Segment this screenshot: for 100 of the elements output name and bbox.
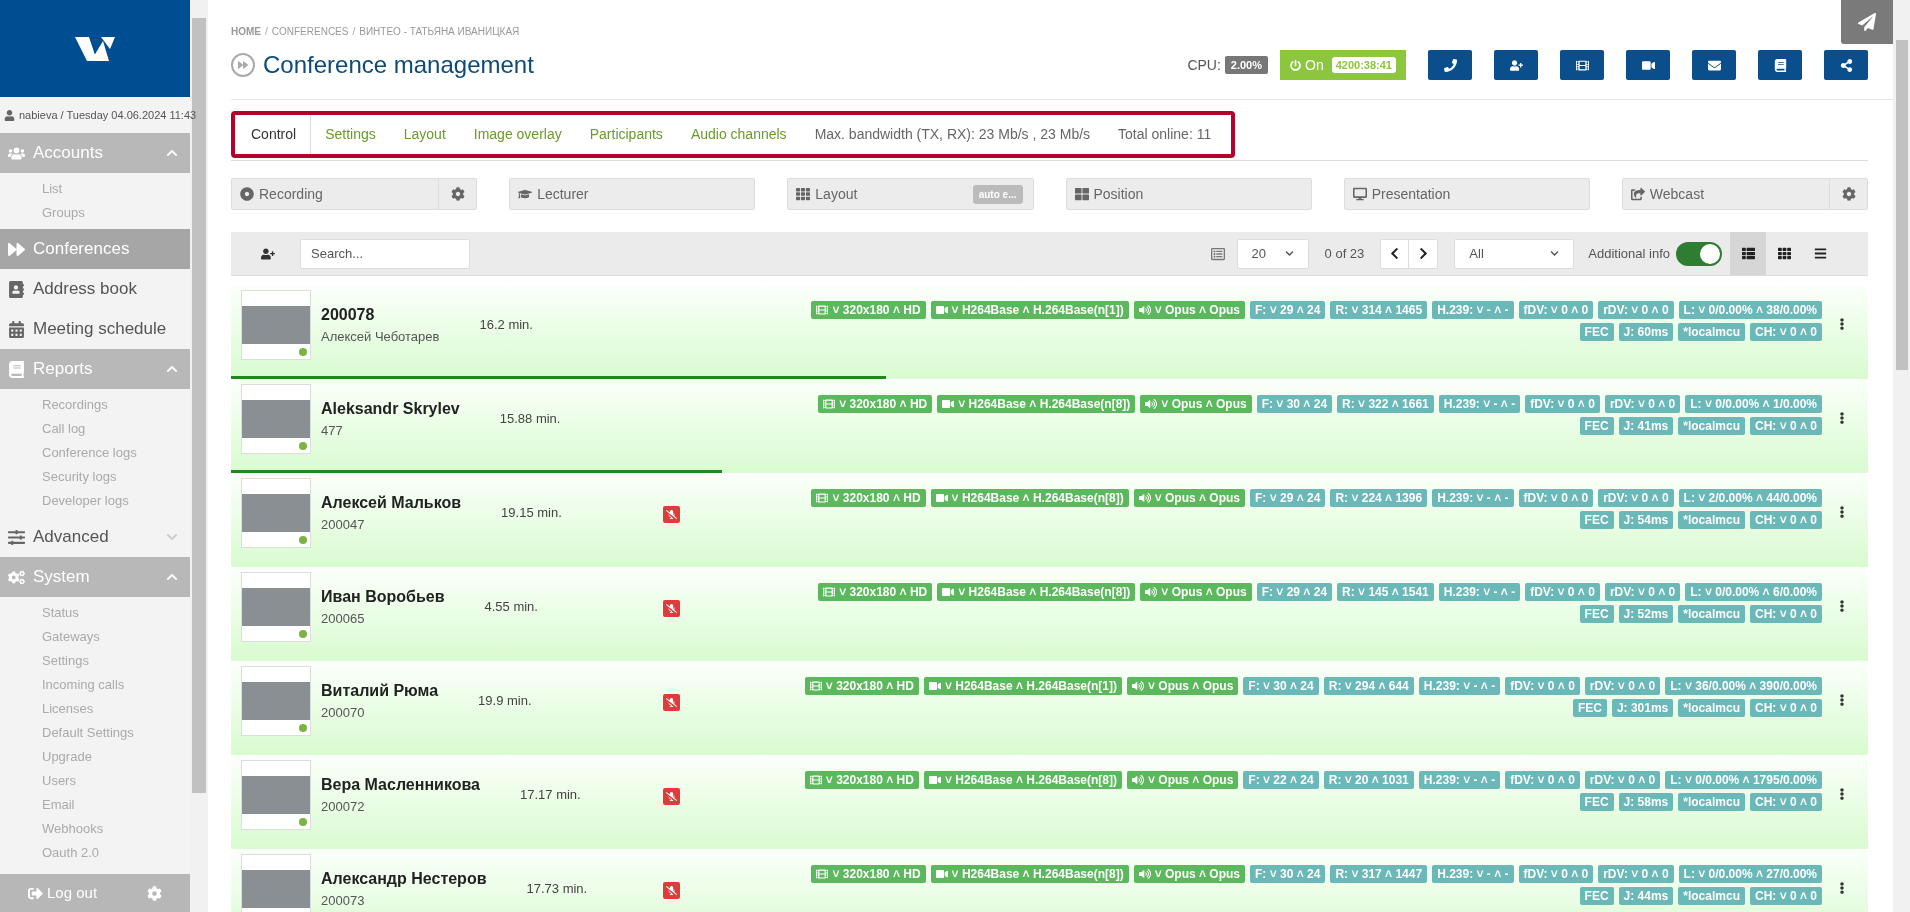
control-button[interactable]: Lecturer — [510, 179, 755, 209]
filter-select[interactable]: All — [1454, 238, 1575, 269]
chevron-up-icon — [166, 363, 178, 375]
power-button[interactable]: On 4200:38:41 — [1280, 50, 1406, 80]
control-button[interactable]: Layout — [788, 179, 973, 209]
muted-microphone-icon[interactable] — [663, 694, 680, 711]
stream-badge: H.239: ˅ - ˄ - — [1438, 395, 1521, 413]
logout-button[interactable]: Log out — [28, 881, 98, 905]
phone-button[interactable] — [1428, 50, 1472, 80]
stream-badge: *localmcu — [1678, 887, 1745, 905]
tab[interactable]: Layout — [389, 115, 460, 154]
add-user-button[interactable] — [1494, 50, 1538, 80]
muted-microphone-icon[interactable] — [663, 600, 680, 617]
stream-badge: ˅ Opus ˄ Opus — [1140, 583, 1252, 601]
search-field[interactable]: Search... — [300, 238, 470, 269]
sidebar-subitem[interactable]: Gateways — [0, 625, 190, 649]
sidebar-subitem[interactable]: Developer logs — [0, 489, 190, 513]
cpu-value: 2.00% — [1224, 55, 1269, 75]
tab[interactable]: Participants — [575, 115, 677, 154]
stream-badge: *localmcu — [1678, 417, 1745, 435]
page-size-select[interactable]: 20 — [1236, 238, 1309, 269]
muted-microphone-icon[interactable] — [663, 882, 680, 899]
chevron-down-icon — [1284, 249, 1294, 258]
phone-icon — [1443, 58, 1457, 72]
tab[interactable]: Image overlay — [459, 115, 576, 154]
sidebar-subitem[interactable]: Settings — [0, 649, 190, 673]
sidebar-item[interactable]: Reports — [0, 349, 190, 389]
share-button[interactable] — [1824, 50, 1868, 80]
sidebar-subitem[interactable]: Call log — [0, 417, 190, 441]
film-icon — [809, 680, 822, 692]
stream-badge: L: ˅ 2/0.00% ˄ 44/0.00% — [1678, 489, 1822, 507]
list-view-icon — [1741, 247, 1755, 260]
add-user-icon — [1509, 58, 1523, 72]
sidebar-item[interactable]: Conferences — [0, 229, 190, 269]
control-button[interactable]: Webcast — [1622, 179, 1829, 209]
share-icon — [1839, 58, 1853, 72]
sidebar-item[interactable]: Address book — [0, 269, 190, 309]
camera-icon — [942, 586, 955, 598]
muted-microphone-icon[interactable] — [663, 506, 680, 523]
sidebar-subitem[interactable]: Upgrade — [0, 745, 190, 769]
duration: 15.88 min. — [499, 410, 561, 429]
film-icon — [823, 586, 836, 598]
video-icon — [1641, 58, 1655, 72]
sidebar-item[interactable]: System — [0, 557, 190, 597]
email-button[interactable] — [1692, 50, 1736, 80]
muted-microphone-icon[interactable] — [663, 788, 680, 805]
video-button[interactable] — [1626, 50, 1670, 80]
stream-badge: rDV: ˅ 0 ˄ 0 — [1604, 583, 1681, 601]
sidebar-subitem[interactable]: Recordings — [0, 393, 190, 417]
stream-badge: CH: ˅ 0 ˄ 0 — [1749, 417, 1822, 435]
film-button[interactable] — [1560, 50, 1604, 80]
participant-id: 200073 — [321, 892, 366, 911]
stream-badge: *localmcu — [1678, 323, 1745, 341]
control-button[interactable]: Position — [1066, 179, 1311, 209]
control-button[interactable]: Presentation — [1344, 179, 1589, 209]
sidebar-item[interactable]: Meeting schedule — [0, 309, 190, 349]
additional-info-toggle[interactable] — [1676, 241, 1722, 266]
tiles-icon — [1074, 187, 1089, 201]
breadcrumb-link[interactable]: CONFERENCES — [271, 24, 349, 39]
speaker-icon — [1132, 680, 1144, 692]
sidebar-subitem[interactable]: Users — [0, 769, 190, 793]
microphone-slash-icon — [666, 885, 677, 896]
add-user-icon[interactable] — [261, 246, 275, 261]
sidebar-subitem[interactable]: Oauth 2.0 — [0, 841, 190, 865]
sidebar-subitem[interactable]: Email — [0, 793, 190, 817]
sidebar-subitem[interactable]: Webhooks — [0, 817, 190, 841]
sidebar-subitem[interactable]: Licenses — [0, 697, 190, 721]
send-button[interactable] — [1841, 0, 1893, 44]
breadcrumb-link[interactable]: ВИНТЕО - ТАТЬЯНА ИВАНИЦКАЯ — [359, 24, 520, 39]
list-view-button[interactable] — [1730, 232, 1766, 275]
stream-badge: CH: ˅ 0 ˄ 0 — [1749, 699, 1822, 717]
stream-badge: F: ˅ 30 ˄ 24 — [1250, 865, 1326, 883]
page-scrollbar[interactable] — [1895, 40, 1908, 370]
stream-badge: ˅ Opus ˄ Opus — [1140, 395, 1252, 413]
chevron-up-icon — [166, 147, 178, 159]
sidebar-subitem[interactable]: Default Settings — [0, 721, 190, 745]
tab[interactable]: Control — [237, 115, 312, 154]
sidebar-subitem[interactable]: Groups — [0, 201, 190, 225]
breadcrumb-link[interactable]: HOME — [231, 24, 261, 39]
sidebar-item[interactable]: Accounts — [0, 133, 190, 173]
stream-badge: ˅ H264Base ˄ H.264Base(n[8]) — [937, 583, 1136, 601]
sidebar-subitem[interactable]: Security logs — [0, 465, 190, 489]
control-button[interactable]: Recording — [232, 179, 439, 209]
stream-badge: H.239: ˅ - ˄ - — [1418, 771, 1501, 789]
stream-badge: *localmcu — [1678, 699, 1745, 717]
logo-icon — [75, 34, 115, 63]
stream-badge: fDV: ˅ 0 ˄ 0 — [1518, 865, 1594, 883]
film-icon — [816, 492, 829, 504]
sidebar-item[interactable]: Advanced — [0, 517, 190, 557]
sidebar-subitem[interactable]: Incoming calls — [0, 673, 190, 697]
sidebar-subitem[interactable]: Conference logs — [0, 441, 190, 465]
breadcrumb-separator: / — [265, 25, 268, 39]
tab[interactable]: Settings — [311, 115, 390, 154]
tab[interactable]: Audio channels — [676, 115, 801, 154]
stream-badge: ˅ 320x180 ˄ HD — [811, 865, 926, 883]
book-button[interactable] — [1758, 50, 1802, 80]
microphone-slash-icon — [666, 509, 677, 520]
power-icon — [1290, 59, 1302, 71]
sidebar-subitem[interactable]: Status — [0, 601, 190, 625]
sidebar-subitem[interactable]: List — [0, 177, 190, 201]
